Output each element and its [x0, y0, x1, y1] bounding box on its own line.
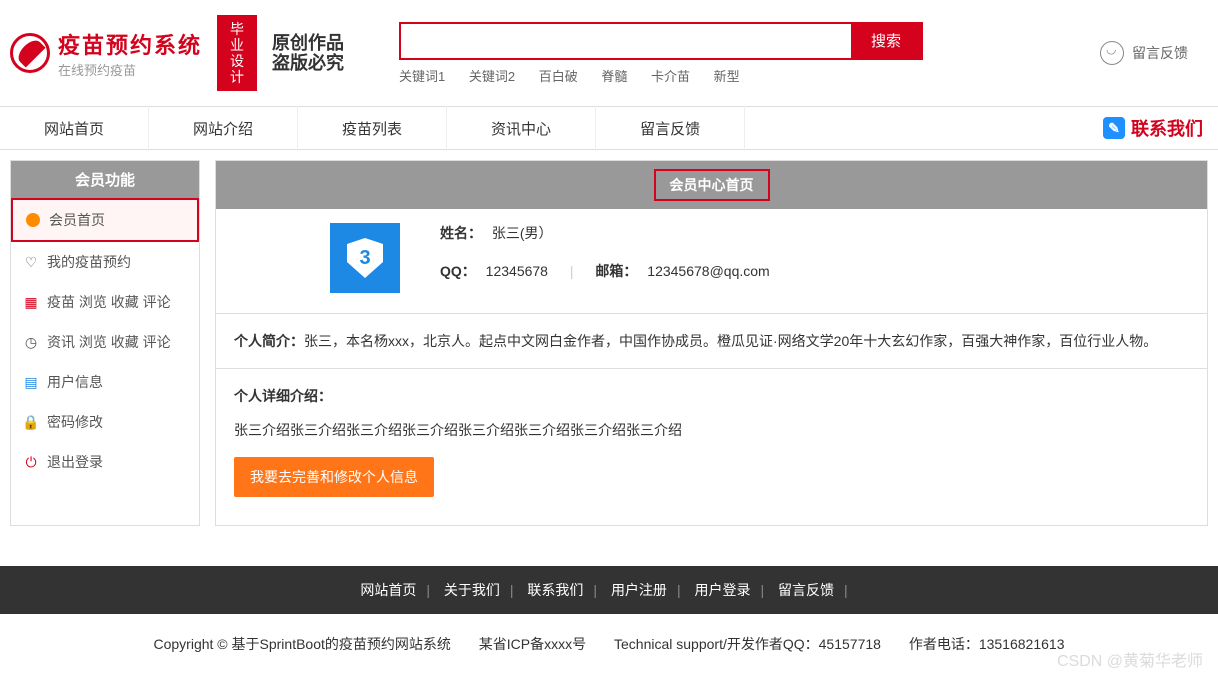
sidebar-item-label: 疫苗 浏览 收藏 评论 — [47, 292, 171, 312]
home-icon — [25, 212, 41, 228]
grid-icon: ▦ — [23, 294, 39, 310]
keyword-link[interactable]: 关键词2 — [469, 69, 515, 84]
name-label: 姓名： — [440, 225, 482, 241]
icp-text: 某省ICP备xxxx号 — [479, 636, 586, 652]
sidebar-title: 会员功能 — [11, 161, 199, 198]
contact-label: 联系我们 — [1131, 115, 1203, 141]
contact-us-link[interactable]: ✎ 联系我们 — [1103, 115, 1203, 141]
document-icon: ▤ — [23, 374, 39, 390]
intro-text: 张三，本名杨xxx，北京人。起点中文网白金作者，中国作协成员。橙瓜见证·网络文学… — [304, 333, 1157, 349]
site-title: 疫苗预约系统 — [58, 28, 202, 60]
intro-label: 个人简介： — [234, 333, 304, 349]
sidebar-item-vaccine-browse[interactable]: ▦ 疫苗 浏览 收藏 评论 — [11, 282, 199, 322]
keyword-link[interactable]: 关键词1 — [399, 69, 445, 84]
design-badge: 毕业 设计 — [217, 15, 257, 91]
keyword-link[interactable]: 新型 — [714, 69, 740, 84]
sidebar-item-home[interactable]: 会员首页 — [11, 198, 199, 242]
phone-text: 作者电话：13516821613 — [909, 636, 1065, 652]
heart-icon: ♡ — [23, 254, 39, 270]
footer-link-login[interactable]: 用户登录 — [694, 582, 750, 598]
original-art-text: 原创作品 盗版必究 — [272, 33, 344, 73]
footer-link-feedback[interactable]: 留言反馈 — [778, 582, 834, 598]
feedback-link-top[interactable]: 留言反馈 — [1100, 41, 1188, 65]
feedback-label: 留言反馈 — [1132, 43, 1188, 63]
search-area: 搜索 关键词1 关键词2 百白破 脊髓 卡介苗 新型 — [399, 22, 923, 85]
edit-profile-button[interactable]: 我要去完善和修改个人信息 — [234, 457, 434, 497]
logo-icon — [10, 33, 50, 73]
content-header: 会员中心首页 — [216, 161, 1207, 209]
profile-top-section: 3 姓名： 张三(男） QQ： 12345678 | 邮箱： 12345678@… — [216, 209, 1207, 314]
keyword-list: 关键词1 关键词2 百白破 脊髓 卡介苗 新型 — [399, 66, 923, 85]
intro-section: 个人简介：张三，本名杨xxx，北京人。起点中文网白金作者，中国作协成员。橙瓜见证… — [216, 314, 1207, 369]
nav-home[interactable]: 网站首页 — [0, 106, 149, 151]
qq-value: 12345678 — [486, 263, 548, 279]
search-button[interactable]: 搜索 — [851, 24, 921, 58]
keyword-link[interactable]: 卡介苗 — [651, 69, 690, 84]
keyword-link[interactable]: 脊髓 — [601, 69, 627, 84]
nav-news[interactable]: 资讯中心 — [447, 106, 596, 151]
sidebar-item-label: 用户信息 — [47, 372, 103, 392]
detail-section: 个人详细介绍： 张三介绍张三介绍张三介绍张三介绍张三介绍张三介绍张三介绍张三介绍… — [216, 369, 1207, 525]
logo-group[interactable]: 疫苗预约系统 在线预约疫苗 — [10, 28, 202, 79]
footer-link-contact[interactable]: 联系我们 — [527, 582, 583, 598]
member-sidebar: 会员功能 会员首页 ♡ 我的疫苗预约 ▦ 疫苗 浏览 收藏 评论 ◷ 资讯 浏览… — [10, 160, 200, 526]
footer: 网站首页| 关于我们| 联系我们| 用户注册| 用户登录| 留言反馈| Copy… — [0, 566, 1218, 674]
sidebar-item-news-browse[interactable]: ◷ 资讯 浏览 收藏 评论 — [11, 322, 199, 362]
user-avatar: 3 — [330, 223, 400, 293]
sidebar-item-my-appointments[interactable]: ♡ 我的疫苗预约 — [11, 242, 199, 282]
pencil-icon: ✎ — [1103, 117, 1125, 139]
sidebar-item-label: 资讯 浏览 收藏 评论 — [47, 332, 171, 352]
footer-nav: 网站首页| 关于我们| 联系我们| 用户注册| 用户登录| 留言反馈| — [0, 566, 1218, 614]
nav-about[interactable]: 网站介绍 — [149, 106, 298, 151]
nav-feedback[interactable]: 留言反馈 — [596, 106, 745, 151]
copyright-text: Copyright © 基于SprintBoot的疫苗预约网站系统 — [154, 636, 451, 652]
sidebar-item-label: 退出登录 — [47, 452, 103, 472]
email-label: 邮箱： — [595, 263, 637, 279]
content-area: 会员中心首页 3 姓名： 张三(男） QQ： 12345678 | 邮箱： — [215, 160, 1208, 526]
nav-vaccine-list[interactable]: 疫苗列表 — [298, 106, 447, 151]
sidebar-item-label: 会员首页 — [49, 210, 105, 230]
footer-link-about[interactable]: 关于我们 — [444, 582, 500, 598]
detail-label: 个人详细介绍： — [234, 383, 1189, 409]
content-title: 会员中心首页 — [654, 169, 770, 201]
sidebar-item-logout[interactable]: ⏻ 退出登录 — [11, 442, 199, 482]
search-input[interactable] — [401, 24, 851, 58]
keyword-link[interactable]: 百白破 — [539, 69, 578, 84]
footer-info: Copyright © 基于SprintBoot的疫苗预约网站系统 某省ICP备… — [0, 614, 1218, 674]
site-subtitle: 在线预约疫苗 — [58, 60, 202, 79]
sidebar-item-password[interactable]: 🔒 密码修改 — [11, 402, 199, 442]
main-nav: 网站首页 网站介绍 疫苗列表 资讯中心 留言反馈 ✎ 联系我们 — [0, 106, 1218, 150]
header-bar: 疫苗预约系统 在线预约疫苗 毕业 设计 原创作品 盗版必究 搜索 关键词1 关键… — [0, 0, 1218, 106]
email-value: 12345678@qq.com — [647, 263, 769, 279]
detail-text: 张三介绍张三介绍张三介绍张三介绍张三介绍张三介绍张三介绍张三介绍 — [234, 417, 1189, 443]
lock-icon: 🔒 — [23, 414, 39, 430]
shield-icon: 3 — [347, 238, 383, 278]
sidebar-item-user-info[interactable]: ▤ 用户信息 — [11, 362, 199, 402]
support-text: Technical support/开发作者QQ：45157718 — [614, 636, 881, 652]
support-icon — [1100, 41, 1124, 65]
clock-icon: ◷ — [23, 334, 39, 350]
footer-link-register[interactable]: 用户注册 — [611, 582, 667, 598]
power-icon: ⏻ — [23, 454, 39, 470]
footer-link-home[interactable]: 网站首页 — [360, 582, 416, 598]
divider-icon: | — [570, 263, 574, 279]
qq-label: QQ： — [440, 263, 476, 279]
sidebar-item-label: 密码修改 — [47, 412, 103, 432]
name-value: 张三(男） — [492, 225, 553, 241]
sidebar-item-label: 我的疫苗预约 — [47, 252, 131, 272]
